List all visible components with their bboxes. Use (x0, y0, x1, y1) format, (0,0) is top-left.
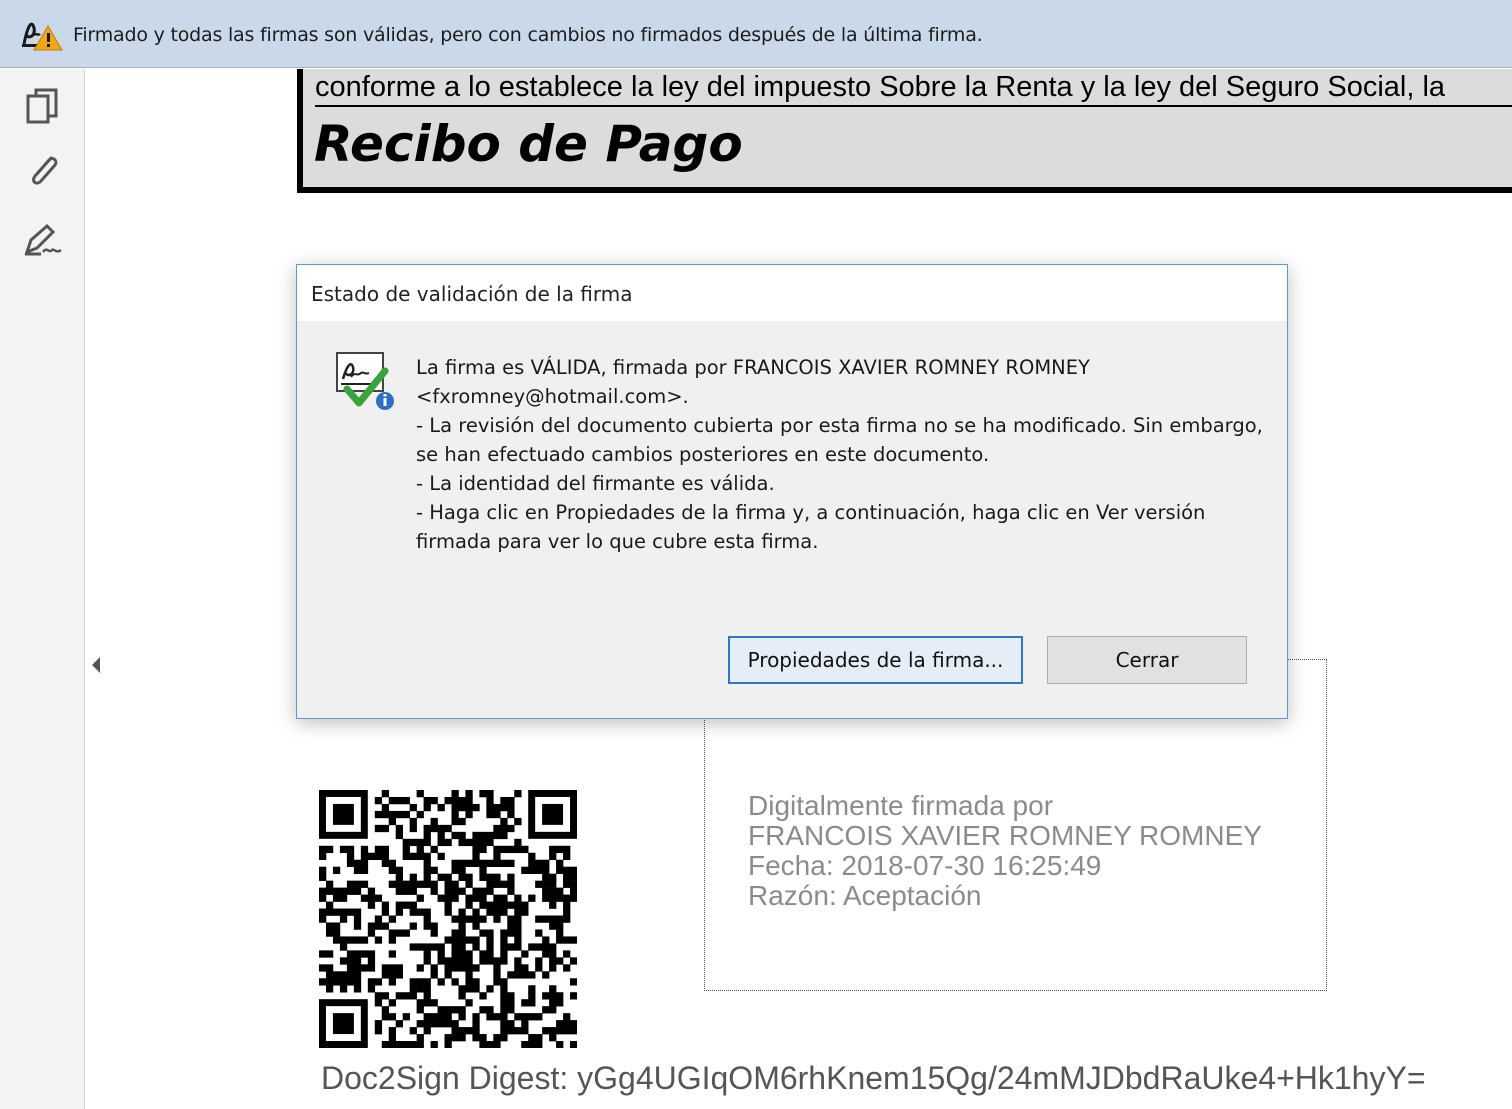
message-line: firmada para ver lo que cubre esta firma… (416, 530, 819, 553)
message-line: - La identidad del firmante es válida. (416, 472, 775, 495)
dialog-title: Estado de validación de la firma (311, 282, 633, 306)
signatures-icon (24, 223, 62, 256)
nav-attachments-button[interactable] (18, 147, 68, 197)
signature-status-message: Firmado y todas las firmas son válidas, … (73, 24, 983, 46)
collapse-left-icon[interactable] (89, 654, 103, 676)
signature-line: Digitalmente firmada por (748, 790, 1054, 821)
message-line: - La revisión del documento cubierta por… (416, 414, 1263, 437)
doc-digest: Doc2Sign Digest: yGg4UGIqOM6rhKnem15Qg/2… (321, 1060, 1426, 1096)
message-line: se han efectuado cambios posteriores en … (416, 443, 990, 466)
signature-status-bar: Firmado y todas las firmas son válidas, … (0, 0, 1512, 68)
signature-warning-icon (22, 22, 63, 51)
qr-code (319, 790, 577, 1048)
signature-properties-button[interactable]: Propiedades de la firma... (728, 636, 1023, 684)
signature-validation-dialog: Estado de validación de la firma La firm… (296, 264, 1288, 719)
signature-line: Razón: Aceptación (748, 880, 982, 911)
message-line: La firma es VÁLIDA, firmada por FRANCOIS… (416, 356, 1090, 379)
nav-signatures-button[interactable] (18, 215, 68, 265)
signature-line: Fecha: 2018-07-30 16:25:49 (748, 850, 1102, 881)
message-line: <fxromney@hotmail.com>. (416, 385, 689, 408)
nav-pages-button[interactable] (18, 83, 68, 133)
header-text-line: conforme a lo establece la ley del impue… (315, 71, 1512, 107)
pane-splitter (86, 69, 107, 1109)
valid-signature-icon (336, 352, 394, 410)
dialog-message: La firma es VÁLIDA, firmada por FRANCOIS… (416, 353, 1266, 556)
signature-appearance: Digitalmente firmada por FRANCOIS XAVIER… (748, 791, 1262, 911)
message-line: - Haga clic en Propiedades de la firma y… (416, 501, 1206, 524)
dialog-titlebar: Estado de validación de la firma (297, 265, 1287, 321)
document-title: Recibo de Pago (314, 115, 743, 173)
attachment-icon (32, 156, 58, 185)
navigation-pane (0, 69, 85, 1109)
pages-icon (26, 88, 58, 124)
signature-line: FRANCOIS XAVIER ROMNEY ROMNEY (748, 820, 1262, 851)
close-button[interactable]: Cerrar (1047, 636, 1247, 684)
